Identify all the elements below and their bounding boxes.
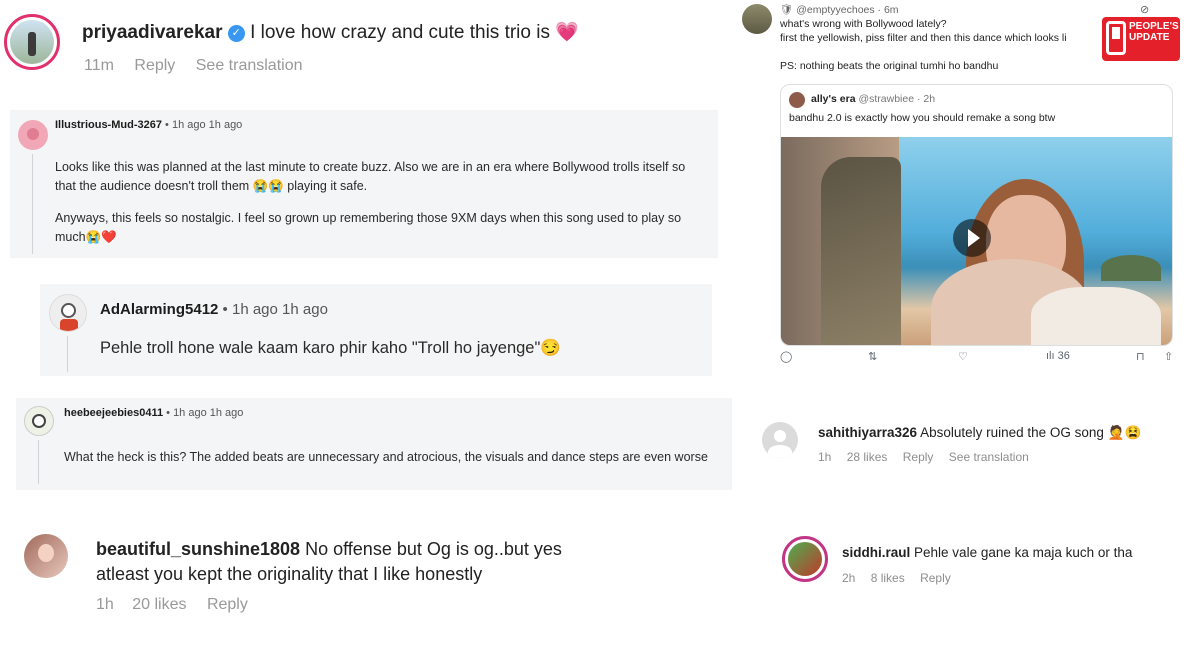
comment-line: siddhi.raul Pehle vale gane ka maja kuch…	[842, 545, 1132, 560]
see-translation-button[interactable]: See translation	[196, 57, 303, 74]
thread-line[interactable]	[38, 440, 39, 484]
tweet-text-line: what's wrong with Bollywood lately?	[780, 18, 947, 30]
avatar[interactable]	[742, 4, 772, 34]
username[interactable]: AdAlarming5412	[100, 301, 218, 318]
comment-text-continued: atleast you kept the originality that I …	[96, 564, 483, 584]
avatar[interactable]	[762, 422, 798, 458]
quote-handle[interactable]: @strawbiee · 2h	[858, 93, 935, 105]
username[interactable]: Illustrious-Mud-3267	[55, 119, 162, 131]
avatar[interactable]	[24, 534, 68, 578]
comment-text: No offense but Og is og..but yes	[305, 539, 562, 559]
reply-button[interactable]: Reply	[903, 450, 934, 464]
reddit-comment-card: heebeejeebies0411 • 1h ago 1h ago What t…	[16, 398, 732, 490]
likes-count[interactable]: 20 likes	[132, 596, 186, 613]
grok-icon[interactable]: ⊘	[1140, 3, 1149, 16]
avatar[interactable]	[18, 120, 48, 150]
username[interactable]: siddhi.raul	[842, 545, 910, 560]
verified-icon: 🛡	[780, 4, 794, 16]
thread-line[interactable]	[32, 154, 33, 254]
likes-count[interactable]: 8 likes	[871, 571, 905, 585]
comment-time: 1h ago 1h ago	[171, 119, 243, 131]
logo-line1: PEOPLE'S	[1129, 21, 1179, 32]
likes-count[interactable]: 28 likes	[847, 450, 888, 464]
reply-button[interactable]: Reply	[920, 571, 951, 585]
like-icon[interactable]: ♡	[958, 350, 968, 363]
bookmark-icon[interactable]: ⊓	[1136, 350, 1145, 363]
comment-time: 1h	[96, 596, 114, 613]
avatar[interactable]	[24, 406, 54, 436]
avatar[interactable]	[789, 92, 805, 108]
retweet-icon[interactable]: ⇅	[868, 350, 877, 363]
heart-emoji: 💗	[555, 22, 579, 43]
comment-paragraph: Looks like this was planned at the last …	[55, 160, 686, 193]
verified-badge-icon: ✓	[227, 25, 245, 42]
username[interactable]: sahithiyarra326	[818, 425, 917, 440]
comment-time: 1h ago 1h ago	[173, 407, 244, 419]
reply-icon[interactable]: ◯	[780, 350, 792, 363]
reply-button[interactable]: Reply	[207, 596, 248, 613]
comment-text: I love how crazy and cute this trio is	[250, 22, 550, 43]
video-thumbnail[interactable]	[781, 137, 1172, 345]
avatar[interactable]	[49, 294, 87, 332]
views-count: 36	[1057, 350, 1070, 362]
comment-text: What the heck is this? The added beats a…	[64, 450, 708, 464]
avatar[interactable]	[782, 536, 828, 582]
separator-dot: •	[165, 119, 169, 131]
share-icon[interactable]: ⇧	[1164, 350, 1173, 363]
avatar[interactable]	[4, 14, 60, 70]
reddit-comment-card: Illustrious-Mud-3267 • 1h ago 1h ago Loo…	[10, 110, 718, 258]
username[interactable]: heebeejeebies0411	[64, 407, 163, 419]
comment-paragraph: Anyways, this feels so nostalgic. I feel…	[55, 211, 682, 244]
comment-time: 1h ago 1h ago	[231, 301, 328, 318]
separator-dot: •	[166, 407, 170, 419]
separator-dot: •	[222, 301, 228, 318]
tweet-handle[interactable]: @emptyyechoes · 6m	[796, 4, 898, 16]
tweet-text-line: first the yellowish, piss filter and the…	[780, 32, 1067, 44]
reply-button[interactable]: Reply	[134, 57, 175, 74]
logo-line2: UPDATE	[1129, 32, 1170, 43]
comment-time: 2h	[842, 571, 856, 585]
username[interactable]: priyaadivarekar	[82, 22, 223, 43]
comment-time: 11m	[84, 57, 114, 74]
username[interactable]: beautiful_sunshine1808	[96, 539, 300, 559]
comment-time: 1h	[818, 450, 832, 464]
views-icon: ılı	[1046, 350, 1055, 362]
comment-text: Absolutely ruined the OG song	[920, 425, 1104, 440]
see-translation-button[interactable]: See translation	[949, 450, 1029, 464]
quote-text: bandhu 2.0 is exactly how you should rem…	[789, 112, 1056, 124]
quote-tweet-card[interactable]: ally's era @strawbiee · 2h bandhu 2.0 is…	[780, 84, 1173, 346]
thread-line[interactable]	[67, 336, 68, 372]
quote-username[interactable]: ally's era	[811, 93, 856, 105]
views-button[interactable]: ılı 36	[1046, 350, 1070, 362]
tweet-text-line: PS: nothing beats the original tumhi ho …	[780, 60, 999, 72]
peoples-update-logo: PEOPLE'S UPDATE	[1102, 17, 1180, 61]
reddit-reply-card: AdAlarming5412 • 1h ago 1h ago Pehle tro…	[40, 284, 712, 376]
comment-text: Pehle troll hone wale kaam karo phir kah…	[100, 339, 561, 357]
emoji-group: 🤦😫	[1107, 425, 1142, 440]
play-icon[interactable]	[953, 219, 991, 257]
comment-text: Pehle vale gane ka maja kuch or tha	[914, 545, 1133, 560]
